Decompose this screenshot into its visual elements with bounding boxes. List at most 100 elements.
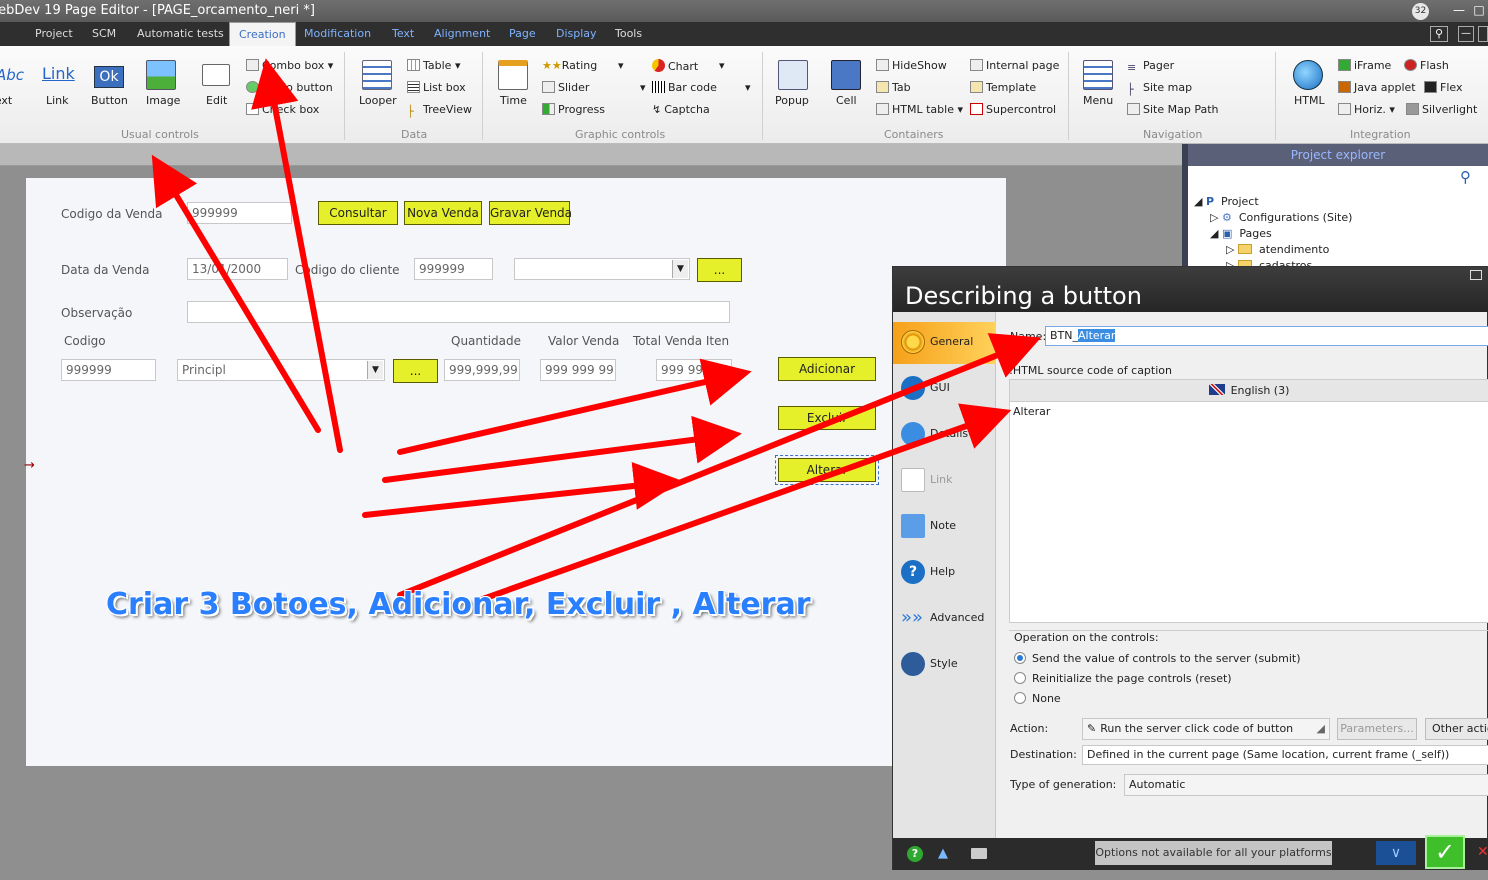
java-applet-item[interactable]: Java applet — [1338, 81, 1416, 94]
radio-reset-label[interactable]: Reinitialize the page controls (reset) — [1032, 672, 1232, 685]
tree-item-configurations[interactable]: ▷ ⚙ Configurations (Site) — [1210, 211, 1352, 224]
image-control-label[interactable]: Image — [146, 94, 180, 107]
html-globe-icon[interactable] — [1293, 60, 1323, 90]
chevron-down-icon[interactable]: ▼ — [367, 361, 383, 379]
menu-automatic-tests[interactable]: Automatic tests — [137, 22, 224, 46]
menu-project[interactable]: Project — [35, 22, 73, 46]
produto-lookup-button[interactable]: ... — [393, 359, 438, 383]
tab-general[interactable]: General — [893, 322, 996, 364]
search-icon[interactable]: ⚲ — [1430, 26, 1448, 42]
type-generation-select[interactable]: Automatic — [1124, 774, 1488, 796]
tree-item-atendimento[interactable]: ▷ atendimento — [1226, 243, 1329, 256]
minimize-ribbon-icon[interactable]: — — [1458, 26, 1474, 42]
slider-item[interactable]: Slider — [542, 81, 589, 94]
destination-select[interactable]: Defined in the current page (Same locati… — [1082, 745, 1488, 765]
minimize-icon[interactable]: — — [1450, 2, 1468, 18]
ok-check-icon[interactable]: ✓ — [1425, 835, 1465, 869]
button-control-label[interactable]: Button — [91, 94, 128, 107]
edit-control-icon[interactable] — [202, 64, 230, 86]
template-item[interactable]: Template — [970, 81, 1036, 94]
menu-control-label[interactable]: Menu — [1083, 94, 1113, 107]
tab-style[interactable]: Style — [893, 644, 996, 684]
menu-modification[interactable]: Modification — [304, 22, 371, 46]
time-label[interactable]: Time — [500, 94, 527, 107]
consultar-button[interactable]: Consultar — [318, 201, 398, 225]
parameters-button[interactable]: Parameters... — [1337, 718, 1417, 740]
language-tab[interactable]: English (3) — [1010, 380, 1488, 402]
image-control-icon[interactable] — [146, 60, 176, 90]
gravar-venda-button[interactable]: Gravar Venda — [489, 201, 572, 225]
menu-scm[interactable]: SCM — [92, 22, 116, 46]
help-icon[interactable]: ? — [907, 846, 923, 862]
html-table-item[interactable]: HTML table ▾ — [876, 103, 963, 116]
bar-code-item[interactable]: Bar code — [652, 81, 717, 94]
codigo-venda-input[interactable]: 999999 — [187, 202, 292, 224]
codigo-input[interactable]: 999999 — [61, 359, 156, 381]
tab-link[interactable]: Link — [893, 460, 996, 500]
site-map-path-item[interactable]: Site Map Path — [1127, 103, 1219, 116]
menu-creation[interactable]: Creation — [229, 22, 296, 47]
tree-item-pages[interactable]: ◢ ▣ Pages — [1210, 227, 1272, 240]
radio-none-label[interactable]: None — [1032, 692, 1061, 705]
hideshow-item[interactable]: HideShow — [876, 59, 947, 72]
progress-item[interactable]: Progress — [542, 103, 605, 116]
tab-gui[interactable]: GUI — [893, 368, 996, 408]
observacao-input[interactable] — [187, 301, 730, 323]
menu-text[interactable]: Text — [392, 22, 414, 46]
pager-item[interactable]: ≡ Pager — [1127, 59, 1174, 74]
horiz-item[interactable]: Horiz. ▾ — [1338, 103, 1395, 116]
silverlight-item[interactable]: Silverlight — [1406, 103, 1477, 116]
cell-label[interactable]: Cell — [836, 94, 857, 107]
table-item[interactable]: Table ▾ — [407, 59, 460, 72]
other-action-button[interactable]: Other action — [1425, 718, 1488, 740]
link-control-glyph[interactable]: Link — [42, 64, 75, 83]
nova-venda-button[interactable]: Nova Venda — [404, 201, 482, 225]
alterar-button[interactable]: Alterar — [775, 455, 879, 485]
quantidade-input[interactable]: 999,999,99 — [444, 359, 520, 381]
cliente-lookup-button[interactable]: ... — [697, 258, 742, 282]
tree-item-project[interactable]: ◢ P Project — [1194, 195, 1259, 208]
text-control-glyph[interactable]: Abc — [0, 66, 24, 84]
notification-badge[interactable]: 32 — [1412, 3, 1429, 20]
maximize-icon[interactable] — [1470, 270, 1482, 280]
captcha-item[interactable]: ↯ Captcha — [652, 103, 710, 116]
excluir-button[interactable]: Excluir — [778, 406, 876, 430]
search-icon[interactable]: ⚲ — [1460, 168, 1471, 186]
produto-combo[interactable]: Principl ▼ — [177, 359, 385, 381]
flex-item[interactable]: Flex — [1424, 81, 1462, 94]
menu-display[interactable]: Display — [556, 22, 597, 46]
radio-reset[interactable] — [1014, 672, 1026, 684]
time-icon[interactable] — [498, 60, 528, 90]
menu-page[interactable]: Page — [509, 22, 536, 46]
popup-icon[interactable] — [778, 60, 808, 90]
codigo-cliente-input[interactable]: 999999 — [414, 258, 493, 280]
link-control-label[interactable]: Link — [46, 94, 69, 107]
internal-page-item[interactable]: Internal page — [970, 59, 1059, 72]
rating-dropdown-icon[interactable]: ▾ — [618, 59, 624, 72]
keyboard-icon[interactable] — [971, 848, 987, 859]
chart-item[interactable]: Chart — [652, 59, 698, 73]
tab-help[interactable]: ? Help — [893, 552, 996, 592]
collapse-icon[interactable]: ∨ — [1376, 841, 1416, 865]
site-map-item[interactable]: ├ Site map — [1127, 81, 1192, 96]
tab-note[interactable]: Note — [893, 506, 996, 546]
menu-tools[interactable]: Tools — [615, 22, 642, 46]
caption-editor[interactable]: English (3) Alterar — [1009, 379, 1488, 623]
chevron-down-icon[interactable]: ▼ — [672, 260, 688, 278]
supercontrol-item[interactable]: Supercontrol — [970, 103, 1056, 116]
cell-icon[interactable] — [831, 60, 861, 90]
tab-advanced[interactable]: »» Advanced — [893, 598, 996, 638]
cancel-icon[interactable]: ✕ — [1477, 844, 1488, 860]
restore-icon[interactable] — [1478, 26, 1488, 42]
bar-code-dropdown-icon[interactable]: ▾ — [745, 81, 751, 94]
combo-box-item[interactable]: Combo box ▾ — [246, 59, 333, 72]
menu-control-icon[interactable] — [1083, 60, 1113, 90]
valor-venda-input[interactable]: 999 999 99 — [540, 359, 616, 381]
radio-submit[interactable] — [1014, 652, 1026, 664]
edit-control-label[interactable]: Edit — [206, 94, 227, 107]
name-input[interactable]: BTN_Alterar — [1045, 326, 1488, 346]
radio-none[interactable] — [1014, 692, 1026, 704]
chevron-down-icon[interactable]: ◢ — [1317, 719, 1325, 739]
flash-item[interactable]: Flash — [1404, 59, 1449, 72]
tab-item[interactable]: Tab — [876, 81, 911, 94]
